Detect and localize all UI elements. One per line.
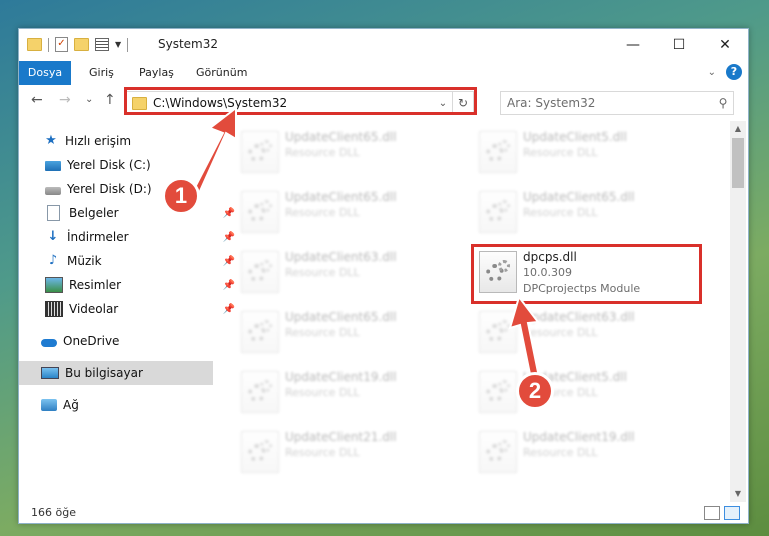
- step-1-badge: 1: [162, 177, 200, 215]
- arrow-2: [508, 294, 542, 386]
- step-2-badge: 2: [516, 372, 554, 410]
- annotation-arrows: [188, 105, 542, 386]
